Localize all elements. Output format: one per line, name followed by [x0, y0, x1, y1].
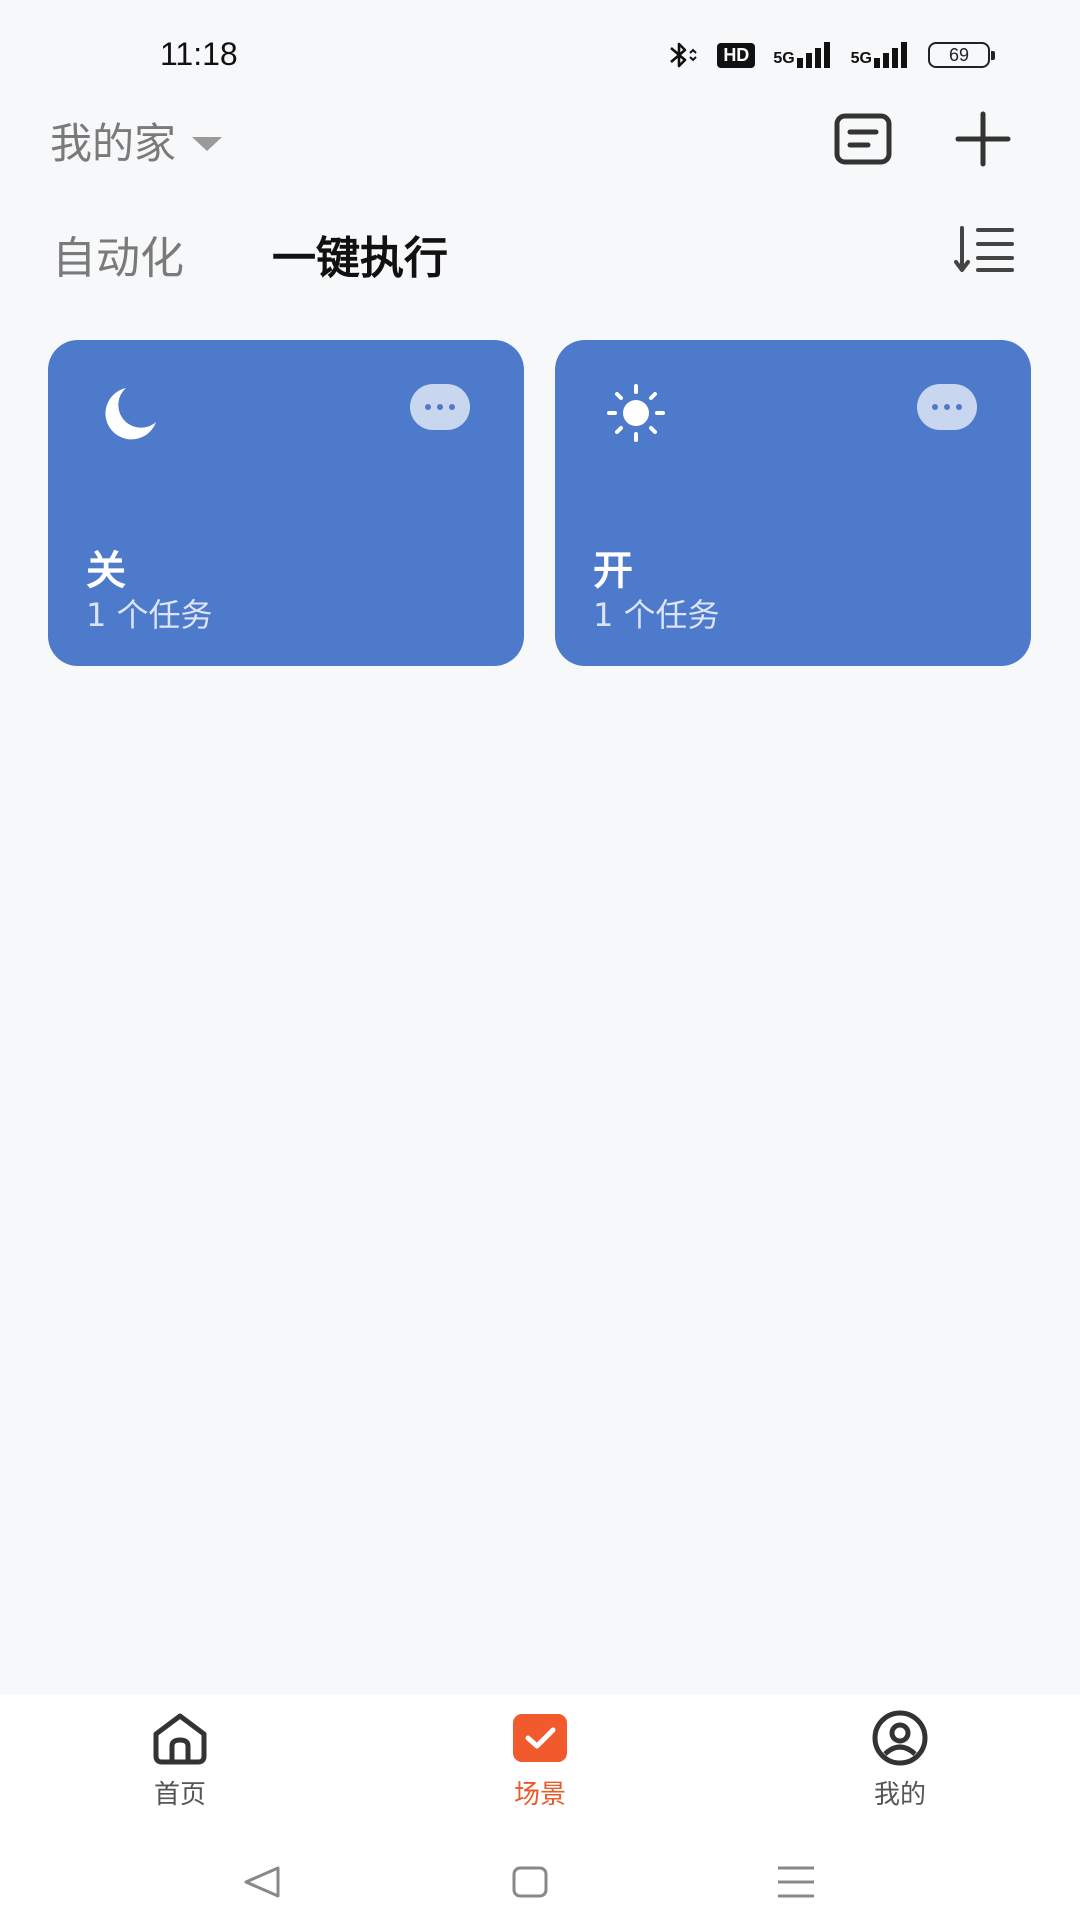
note-icon[interactable]: [828, 104, 898, 174]
home-name: 我的家: [50, 119, 177, 168]
nav-home[interactable]: 首页: [80, 1710, 280, 1811]
scene-task-count: 1 个任务: [593, 596, 720, 634]
signal-5g-icon: 5G: [773, 42, 832, 68]
more-options-button[interactable]: [917, 384, 977, 430]
more-dot: [944, 404, 950, 410]
bottom-nav: 首页 场景 我的: [0, 1694, 1080, 1844]
nav-label: 我的: [873, 1780, 926, 1810]
status-time: 11:18: [160, 36, 238, 72]
scene-task-count: 1 个任务: [86, 596, 213, 634]
nav-label: 场景: [513, 1780, 566, 1810]
more-options-button[interactable]: [410, 384, 470, 430]
battery-level: 69: [948, 44, 970, 65]
signal-5g-label: 5G: [850, 50, 872, 67]
home-square-icon[interactable]: [510, 1864, 550, 1900]
add-icon[interactable]: [948, 104, 1018, 174]
nav-label: 首页: [153, 1780, 206, 1810]
signal-5g-icon: 5G: [851, 42, 910, 68]
back-icon[interactable]: [242, 1864, 282, 1900]
profile-icon: [872, 1710, 928, 1766]
more-dot: [932, 404, 938, 410]
sort-icon[interactable]: [950, 214, 1020, 284]
more-dot: [425, 404, 431, 410]
tab-automation[interactable]: 自动化: [52, 222, 184, 286]
scene-check-icon: [513, 1714, 567, 1762]
sun-icon: [607, 384, 665, 442]
battery-icon: 69: [928, 42, 995, 68]
home-icon: [153, 1713, 207, 1765]
moon-icon: [105, 388, 156, 440]
status-icons: HD 5G 5G 69: [665, 40, 995, 70]
tab-one-click[interactable]: 一键执行: [272, 222, 448, 286]
hd-voice-icon: HD: [717, 42, 756, 68]
menu-icon[interactable]: [776, 1864, 816, 1900]
scene-title: 关: [86, 548, 126, 594]
scene-title: 开: [593, 548, 633, 594]
more-dot: [437, 404, 443, 410]
bluetooth-icon: [670, 42, 698, 68]
home-selector[interactable]: 我的家: [50, 110, 223, 171]
system-nav-bar: [0, 1844, 1080, 1920]
scene-card-off[interactable]: 关 1 个任务: [48, 340, 524, 666]
more-dot: [956, 404, 962, 410]
signal-5g-label: 5G: [773, 50, 795, 67]
more-dot: [449, 404, 455, 410]
scene-card-on[interactable]: 开 1 个任务: [555, 340, 1031, 666]
dropdown-caret-icon: [192, 136, 223, 151]
nav-scene[interactable]: 场景: [440, 1710, 640, 1811]
nav-mine[interactable]: 我的: [800, 1710, 1000, 1811]
